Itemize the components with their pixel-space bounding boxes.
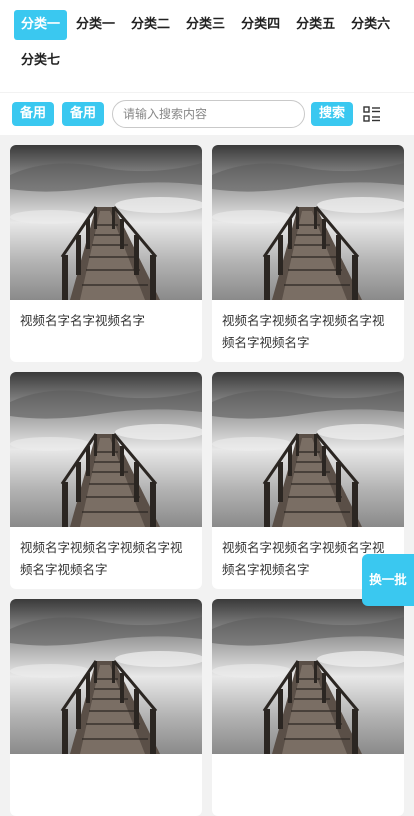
- video-card[interactable]: [10, 599, 202, 816]
- tab-category-4[interactable]: 分类四: [234, 10, 287, 40]
- tab-category-1b[interactable]: 分类一: [69, 10, 122, 40]
- video-card[interactable]: 视频名字名字视频名字: [10, 145, 202, 362]
- video-card[interactable]: 视频名字视频名字视频名字视频名字视频名字: [212, 145, 404, 362]
- video-thumbnail[interactable]: [10, 599, 202, 754]
- search-button[interactable]: 搜索: [311, 102, 354, 126]
- video-grid: 视频名字名字视频名字 视频名字视频名字视频名字视频名字视频名字 视频名字视频名字…: [0, 135, 414, 816]
- search-row: 备用 备用 搜索: [0, 93, 414, 135]
- tab-category-5[interactable]: 分类五: [289, 10, 342, 40]
- top-bar: 分类一 分类一 分类二 分类三 分类四 分类五 分类六 分类七: [0, 0, 414, 92]
- video-thumbnail[interactable]: [212, 145, 404, 300]
- category-tabs: 分类一 分类一 分类二 分类三 分类四 分类五 分类六 分类七: [14, 10, 414, 82]
- video-card[interactable]: [212, 599, 404, 816]
- backup-button-2[interactable]: 备用: [62, 102, 105, 126]
- video-card[interactable]: 视频名字视频名字视频名字视频名字视频名字: [10, 372, 202, 589]
- video-thumbnail[interactable]: [10, 372, 202, 527]
- video-thumbnail[interactable]: [212, 599, 404, 754]
- search-input[interactable]: [112, 100, 306, 128]
- video-title: 视频名字名字视频名字: [20, 313, 146, 328]
- video-title: 视频名字视频名字视频名字视频名字视频名字: [222, 313, 385, 350]
- tab-category-3[interactable]: 分类三: [179, 10, 232, 40]
- video-title: 视频名字视频名字视频名字视频名字视频名字: [20, 540, 183, 577]
- tab-category-7[interactable]: 分类七: [14, 46, 67, 76]
- video-thumbnail[interactable]: [10, 145, 202, 300]
- tab-category-1[interactable]: 分类一: [14, 10, 68, 40]
- tab-category-6[interactable]: 分类六: [344, 10, 397, 40]
- backup-button-1[interactable]: 备用: [12, 102, 55, 126]
- tab-category-2[interactable]: 分类二: [124, 10, 177, 40]
- refresh-batch-button[interactable]: 换一批: [362, 554, 414, 606]
- list-grid-icon[interactable]: [363, 105, 381, 123]
- video-title: [10, 754, 202, 764]
- video-thumbnail[interactable]: [212, 372, 404, 527]
- video-title: [212, 754, 404, 764]
